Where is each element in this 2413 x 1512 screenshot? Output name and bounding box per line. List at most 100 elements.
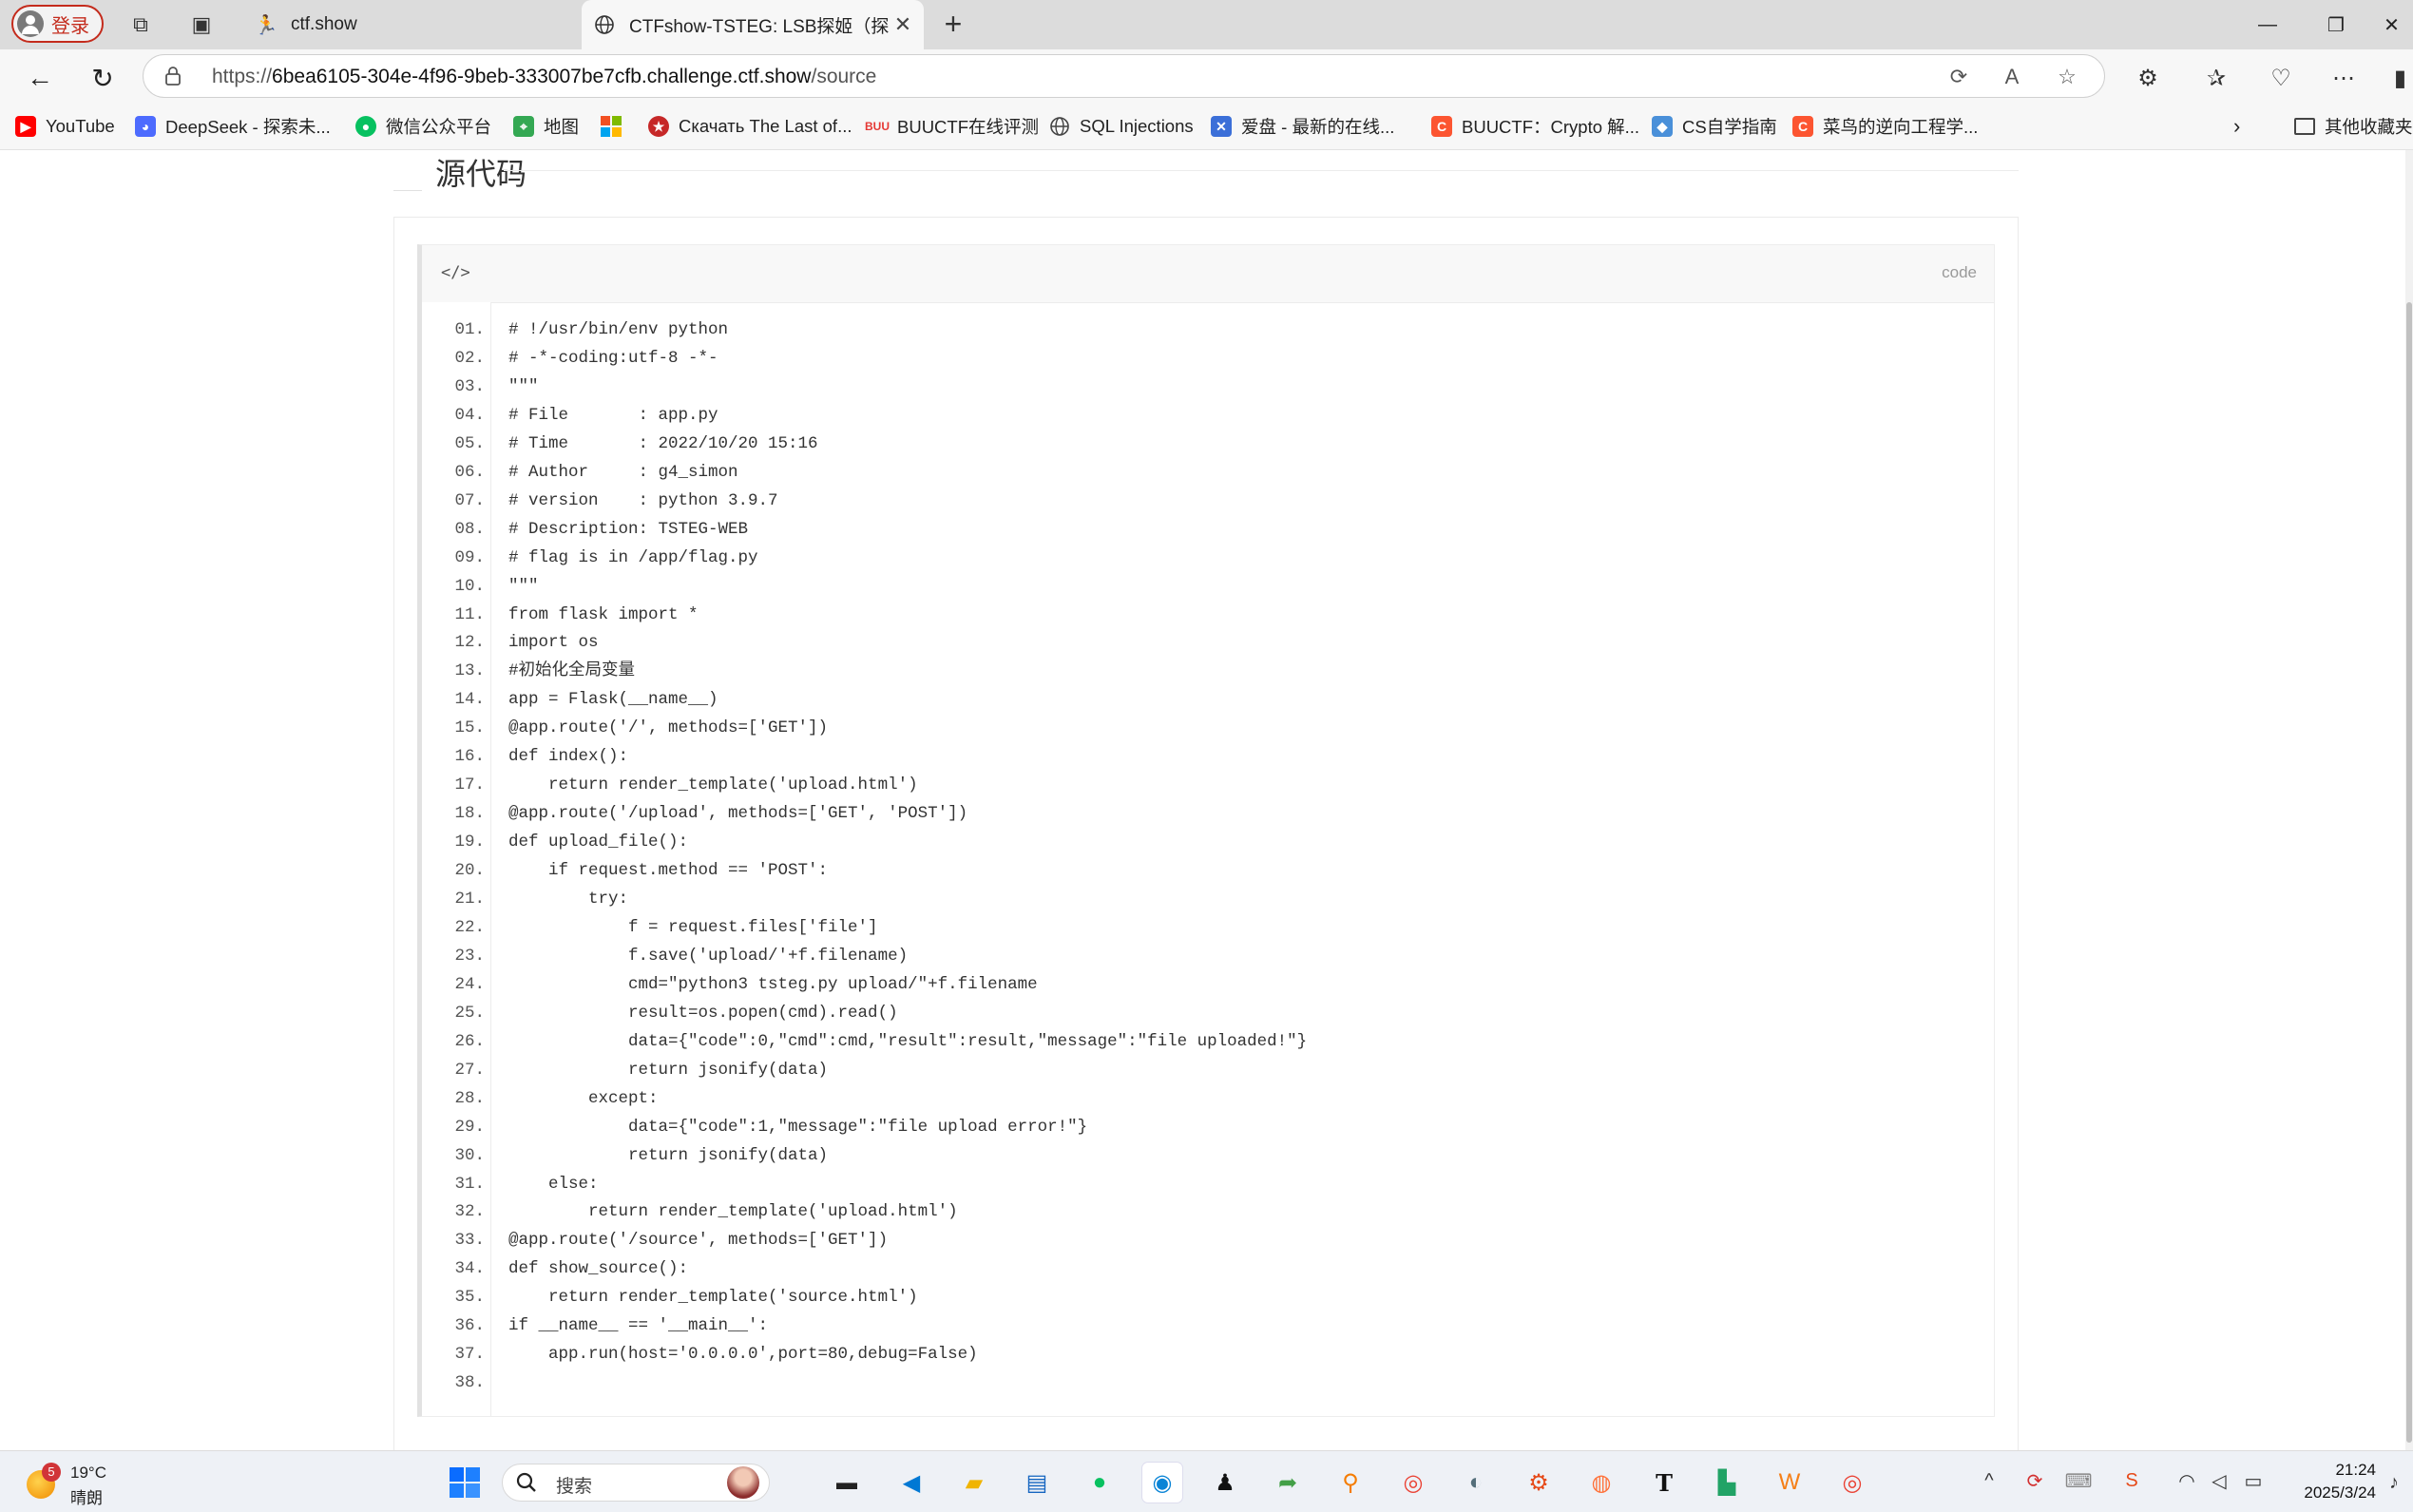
line-number: 28. bbox=[454, 1088, 485, 1108]
line-number: 20. bbox=[454, 861, 485, 881]
share-arrow-icon[interactable]: ➦ bbox=[1268, 1463, 1308, 1502]
bookmark-buuctf-crypto[interactable]: C BUUCTF：Crypto 解... bbox=[1431, 112, 1639, 141]
tab-title: ctf.show bbox=[291, 14, 357, 34]
read-aloud-icon[interactable]: A bbox=[1999, 64, 2025, 90]
code-line: 26. data={"code":0,"cmd":cmd,"result":re… bbox=[422, 1027, 1994, 1056]
line-number: 16. bbox=[454, 747, 485, 767]
notification-badge: 5 bbox=[42, 1463, 61, 1482]
search-tool-icon[interactable]: ⚲ bbox=[1331, 1463, 1370, 1502]
chrome-icon[interactable]: ◎ bbox=[1832, 1463, 1872, 1502]
page-scrollbar[interactable] bbox=[2405, 150, 2413, 1450]
bookmark-last-of-us[interactable]: ★ Скачать The Last of... bbox=[648, 112, 852, 141]
code-line: 27. return jsonify(data) bbox=[422, 1056, 1994, 1084]
line-number: 22. bbox=[454, 917, 485, 937]
chevron-right-icon[interactable]: › bbox=[2233, 112, 2240, 141]
profile-button[interactable]: 登录 bbox=[11, 5, 104, 43]
taskbar-search[interactable]: 搜索 bbox=[502, 1464, 770, 1502]
bookmark-deepseek[interactable]: ◕ DeepSeek - 探索未... bbox=[135, 112, 331, 141]
line-number: 24. bbox=[454, 974, 485, 994]
address-bar[interactable]: https://6bea6105-304e-4f96-9beb-333007be… bbox=[143, 54, 2105, 98]
back-button[interactable]: ← bbox=[21, 59, 59, 97]
search-placeholder: 搜索 bbox=[556, 1477, 593, 1497]
other-bookmarks[interactable]: 其他收藏夹 bbox=[2294, 112, 2413, 141]
app-available-icon[interactable]: ⟳ bbox=[1945, 64, 1972, 90]
speedometer-icon[interactable]: ◐ bbox=[1456, 1463, 1496, 1502]
ubuntu-vm-icon[interactable]: ⚙ bbox=[1519, 1463, 1559, 1502]
restore-icon[interactable]: ❐ bbox=[2302, 0, 2370, 49]
volume-muted-icon[interactable]: ◁ bbox=[2205, 1466, 2233, 1495]
bookmark-cs-guide[interactable]: ◆ CS自学指南 bbox=[1652, 112, 1777, 141]
code-line: 29. data={"code":1,"message":"file uploa… bbox=[422, 1113, 1994, 1141]
start-button[interactable] bbox=[445, 1463, 485, 1502]
file-explorer-icon[interactable]: ▰ bbox=[954, 1463, 994, 1502]
browser-toolbar: ← ↻ https://6bea6105-304e-4f96-9beb-3330… bbox=[0, 49, 2413, 103]
page-title: 源代码 bbox=[435, 157, 527, 191]
tab-actions-icon[interactable]: ▣ bbox=[186, 10, 217, 40]
vscode-icon[interactable]: ◀ bbox=[891, 1463, 931, 1502]
input-method-icon[interactable]: ⌨ bbox=[2064, 1466, 2093, 1495]
system-clock[interactable]: 21:24 2025/3/24 bbox=[2281, 1459, 2376, 1504]
buuctf-icon: BUU bbox=[865, 120, 890, 133]
bookmark-youtube[interactable]: ▶ YouTube bbox=[15, 112, 115, 141]
code-text: if __name__ == '__main__': bbox=[508, 1316, 769, 1336]
favorites-icon[interactable]: ✰ bbox=[2201, 63, 2231, 93]
bookmark-wechat[interactable]: ● 微信公众平台 bbox=[355, 112, 491, 141]
bookmark-sql-injections[interactable]: SQL Injections bbox=[1049, 112, 1194, 141]
sync-icon[interactable]: ⟳ bbox=[2020, 1466, 2049, 1495]
new-tab-button[interactable]: + bbox=[936, 8, 970, 42]
code-text: cmd="python3 tsteg.py upload/"+f.filenam… bbox=[508, 974, 1038, 994]
code-line: 25. result=os.popen(cmd).read() bbox=[422, 999, 1994, 1027]
workspaces-icon[interactable]: ⧉ bbox=[125, 10, 156, 40]
wechat-icon[interactable]: ● bbox=[1080, 1463, 1120, 1502]
code-line: 06. # Author : g4_simon bbox=[422, 458, 1994, 487]
wifi-icon[interactable]: ◠ bbox=[2173, 1466, 2201, 1495]
bookmark-buuctf[interactable]: BUU BUUCTF在线评测 bbox=[865, 112, 1039, 141]
code-text: except: bbox=[508, 1088, 659, 1108]
sidebar-toggle-icon[interactable]: ▮ bbox=[2387, 63, 2413, 93]
remote-desktop-icon[interactable]: ▤ bbox=[1017, 1463, 1057, 1502]
line-number: 15. bbox=[454, 718, 485, 738]
pycharm-icon[interactable]: ▙ bbox=[1707, 1463, 1747, 1502]
code-text: # version : python 3.9.7 bbox=[508, 490, 778, 510]
code-text: data={"code":0,"cmd":cmd,"result":result… bbox=[508, 1031, 1308, 1051]
chevron-up-icon[interactable]: ^ bbox=[1975, 1466, 2003, 1495]
notification-bell-icon[interactable]: ♪ bbox=[2380, 1468, 2408, 1497]
wps-icon[interactable]: W bbox=[1770, 1463, 1810, 1502]
edge-icon[interactable]: ◉ bbox=[1142, 1463, 1182, 1502]
app-tray-icon[interactable]: S bbox=[2117, 1466, 2146, 1495]
tab-tsteg[interactable]: CTFshow-TSTEG: LSB探姬（探姬 ✕ bbox=[582, 0, 924, 49]
favorite-star-icon[interactable]: ☆ bbox=[2054, 64, 2080, 90]
window-close-icon[interactable]: ✕ bbox=[2370, 0, 2413, 49]
weather-widget[interactable]: 5 19°C 晴朗 bbox=[27, 1463, 160, 1507]
code-line: 35. return render_template('source.html'… bbox=[422, 1283, 1994, 1311]
more-menu-icon[interactable]: ⋯ bbox=[2328, 63, 2359, 93]
refresh-button[interactable]: ↻ bbox=[84, 59, 122, 97]
divider bbox=[504, 170, 2019, 171]
minimize-icon[interactable]: ― bbox=[2233, 0, 2302, 49]
task-view-icon[interactable]: ▬ bbox=[827, 1463, 867, 1502]
browser-essentials-icon[interactable]: ♡ bbox=[2266, 63, 2296, 93]
code-text: app = Flask(__name__) bbox=[508, 690, 718, 710]
tab-ctfshow[interactable]: 🏃 ctf.show bbox=[243, 0, 580, 49]
url-text: https://6bea6105-304e-4f96-9beb-333007be… bbox=[212, 66, 877, 87]
code-text: def show_source(): bbox=[508, 1259, 689, 1279]
qq-icon[interactable]: ♟ bbox=[1205, 1463, 1245, 1502]
bookmark-reverse-engineering[interactable]: C 菜鸟的逆向工程学... bbox=[1792, 112, 1978, 141]
line-number: 05. bbox=[454, 433, 485, 453]
firefox-icon[interactable]: ◍ bbox=[1581, 1463, 1621, 1502]
bookmark-map[interactable]: ⌖ 地图 bbox=[513, 112, 579, 141]
typora-icon[interactable]: T bbox=[1644, 1463, 1684, 1502]
scrollbar-thumb[interactable] bbox=[2406, 302, 2412, 1443]
extensions-icon[interactable]: ⚙ bbox=[2133, 63, 2163, 93]
bookmark-aipan[interactable]: ✕ 爱盘 - 最新的在线... bbox=[1211, 112, 1394, 141]
close-tab-icon[interactable]: ✕ bbox=[890, 12, 916, 37]
line-number: 09. bbox=[454, 547, 485, 567]
clock-time: 21:24 bbox=[2335, 1461, 2376, 1479]
chrome-icon[interactable]: ◎ bbox=[1393, 1463, 1433, 1502]
bookmarks-bar: ▶ YouTube ◕ DeepSeek - 探索未... ● 微信公众平台 ⌖ 地图 … bbox=[0, 103, 2413, 150]
bookmark-windows[interactable] bbox=[601, 112, 631, 141]
code-line: 23. f.save('upload/'+f.filename) bbox=[422, 942, 1994, 970]
code-line: 07. # version : python 3.9.7 bbox=[422, 487, 1994, 515]
line-number: 12. bbox=[454, 633, 485, 653]
battery-icon[interactable]: ▭ bbox=[2239, 1466, 2268, 1495]
